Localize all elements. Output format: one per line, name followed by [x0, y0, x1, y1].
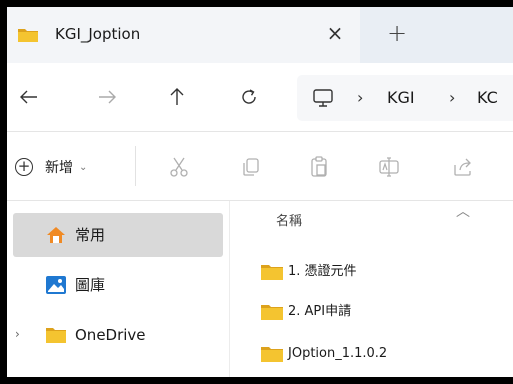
folder-icon [18, 29, 38, 42]
file-name: JOption_1.1.0.2 [288, 346, 388, 361]
copy-icon [243, 158, 259, 176]
breadcrumb-next[interactable]: KC [477, 87, 498, 109]
chevron-down-icon: ⌄ [79, 161, 88, 173]
paste-button[interactable] [307, 155, 331, 179]
home-icon [47, 227, 65, 243]
navigation-bar: › KGI › KC [7, 63, 513, 131]
list-item[interactable]: JOption_1.1.0.2 [230, 337, 513, 371]
sort-ascending-icon: ︿ [456, 204, 470, 220]
forward-arrow-icon [99, 90, 116, 104]
up-arrow-icon [170, 88, 184, 105]
close-icon[interactable]: × [323, 21, 347, 45]
share-button[interactable] [451, 155, 475, 179]
folder-icon [46, 328, 66, 343]
share-icon [454, 158, 471, 176]
refresh-button[interactable] [235, 83, 263, 111]
address-bar[interactable]: › KGI › KC [297, 75, 513, 121]
up-button[interactable] [163, 83, 191, 111]
refresh-icon [242, 89, 256, 104]
paste-icon [311, 156, 327, 177]
file-name: 1. 憑證元件 [288, 264, 357, 279]
sidebar-item-label: 圖庫 [75, 276, 106, 294]
chevron-right-icon[interactable]: › [15, 327, 20, 341]
breadcrumb-chevron: › [357, 88, 364, 107]
cut-icon [170, 157, 188, 177]
forward-button[interactable] [93, 83, 121, 111]
sidebar-item-onedrive[interactable]: › OneDrive [13, 313, 223, 357]
rename-icon [379, 157, 399, 177]
sidebar-item-home[interactable]: 常用 [13, 213, 223, 257]
sidebar-item-label: 常用 [75, 226, 106, 244]
back-button[interactable] [15, 83, 43, 111]
new-tab-button[interactable]: + [385, 21, 409, 45]
list-item[interactable]: 1. 憑證元件 [230, 255, 513, 289]
new-button[interactable]: + 新增 ⌄ [15, 154, 87, 180]
folder-icon [261, 347, 283, 362]
tab-title: KGI_Joption [55, 25, 141, 43]
sidebar-item-label: OneDrive [75, 326, 146, 344]
column-header-name[interactable]: 名稱 [276, 213, 302, 231]
toolbar-divider [135, 146, 136, 186]
rename-button[interactable] [377, 155, 401, 179]
computer-icon [313, 89, 333, 107]
tab-kgi-joption[interactable]: KGI_Joption × [7, 7, 360, 63]
cut-button[interactable] [167, 155, 191, 179]
gallery-icon [46, 276, 66, 294]
copy-button[interactable] [239, 155, 263, 179]
add-icon: + [15, 158, 33, 176]
sidebar-item-gallery[interactable]: 圖庫 [13, 263, 223, 307]
navigation-pane: 常用 圖庫 › OneDrive [7, 201, 229, 377]
new-button-label: 新增 [45, 160, 73, 176]
back-arrow-icon [20, 90, 37, 104]
list-item[interactable]: 2. API申請 [230, 295, 513, 329]
explorer-window: KGI_Joption × + › KGI › KC + 新增 ⌄ 常用 圖庫 … [7, 7, 513, 377]
file-name: 2. API申請 [288, 304, 352, 319]
breadcrumb-chevron: › [449, 88, 456, 107]
breadcrumb-kgi[interactable]: KGI [387, 87, 415, 109]
folder-icon [261, 305, 283, 320]
folder-icon [261, 265, 283, 280]
command-toolbar: + 新增 ⌄ [7, 131, 513, 201]
file-list: ︿ 名稱 1. 憑證元件 2. API申請 JOption_1.1.0.2 [230, 201, 513, 377]
tab-strip: KGI_Joption × + [7, 7, 513, 63]
